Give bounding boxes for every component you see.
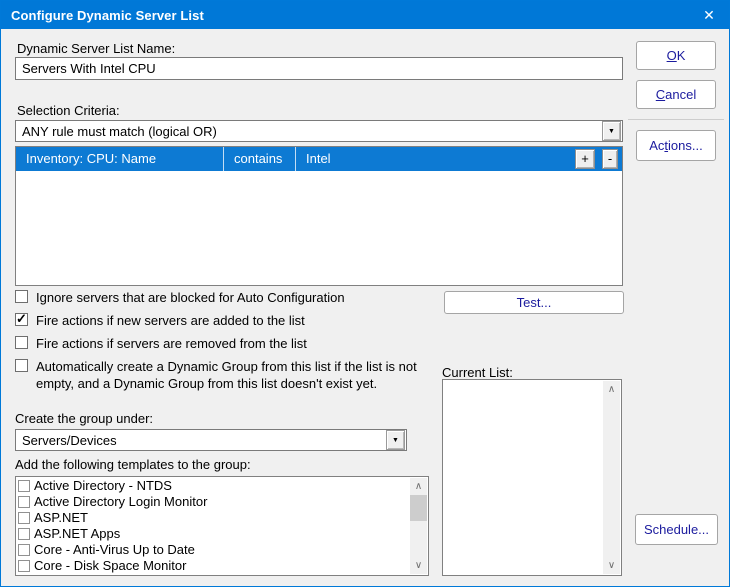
add-rule-button[interactable]: + — [575, 149, 595, 169]
option-checkboxes: Ignore servers that are blocked for Auto… — [15, 289, 443, 398]
selection-criteria-label: Selection Criteria: — [17, 103, 120, 118]
template-row[interactable]: Core - Anti-Virus Up to Date — [17, 542, 410, 558]
group-under-value: Servers/Devices — [16, 433, 386, 448]
template-row[interactable]: Active Directory - NTDS — [17, 478, 410, 494]
checkbox-label: Fire actions if servers are removed from… — [36, 335, 307, 352]
button-separator — [628, 119, 724, 120]
ok-button[interactable]: OK — [636, 41, 716, 70]
current-list-label: Current List: — [442, 365, 513, 380]
cancel-button[interactable]: Cancel — [636, 80, 716, 109]
template-row[interactable]: Core - Disk Space Monitor — [17, 558, 410, 574]
schedule-button[interactable]: Schedule... — [635, 514, 718, 545]
checkbox[interactable] — [15, 313, 28, 326]
checkbox[interactable] — [18, 528, 30, 540]
server-list-name-label: Dynamic Server List Name: — [17, 41, 175, 56]
template-row[interactable]: ASP.NET Apps — [17, 526, 410, 542]
current-list-scrollbar[interactable]: ∧ ∨ — [603, 381, 620, 574]
configure-dynamic-server-list-dialog: Configure Dynamic Server List ✕ Dynamic … — [0, 0, 730, 587]
templates-scrollbar[interactable]: ∧ ∨ — [410, 478, 427, 574]
rule-field: Inventory: CPU: Name — [16, 147, 223, 171]
checkbox[interactable] — [15, 290, 28, 303]
template-label: ASP.NET Apps — [34, 526, 120, 542]
title-bar: Configure Dynamic Server List ✕ — [1, 1, 729, 29]
rule-operator: contains — [224, 147, 295, 171]
checkbox[interactable] — [18, 496, 30, 508]
checkbox-row[interactable]: Fire actions if new servers are added to… — [15, 312, 443, 329]
group-under-label: Create the group under: — [15, 411, 153, 426]
rule-value: Intel — [296, 147, 575, 171]
templates-list-box[interactable]: Active Directory - NTDS Active Directory… — [15, 476, 429, 576]
checkbox[interactable] — [18, 512, 30, 524]
chevron-up-icon[interactable]: ∧ — [410, 478, 427, 495]
close-icon[interactable]: ✕ — [689, 1, 729, 29]
chevron-down-icon[interactable]: ▼ — [386, 430, 405, 450]
template-label: ASP.NET — [34, 510, 88, 526]
checkbox[interactable] — [18, 480, 30, 492]
checkbox[interactable] — [15, 336, 28, 349]
checkbox[interactable] — [15, 359, 28, 372]
templates-items: Active Directory - NTDS Active Directory… — [17, 478, 410, 574]
actions-button[interactable]: Actions... — [636, 130, 716, 161]
chevron-up-icon[interactable]: ∧ — [603, 381, 620, 398]
template-label: Active Directory Login Monitor — [34, 494, 207, 510]
scrollbar-thumb[interactable] — [410, 495, 427, 521]
template-row[interactable]: Active Directory Login Monitor — [17, 494, 410, 510]
checkbox[interactable] — [18, 544, 30, 556]
current-list-items — [444, 381, 603, 574]
checkbox-label: Fire actions if new servers are added to… — [36, 312, 305, 329]
current-list-box[interactable]: ∧ ∨ — [442, 379, 622, 576]
checkbox[interactable] — [18, 560, 30, 572]
checkbox-label: Ignore servers that are blocked for Auto… — [36, 289, 345, 306]
template-label: Core - Disk Space Monitor — [34, 558, 186, 574]
test-button[interactable]: Test... — [444, 291, 624, 314]
selection-criteria-value: ANY rule must match (logical OR) — [16, 124, 602, 139]
chevron-down-icon[interactable]: ∨ — [410, 557, 427, 574]
checkbox-row[interactable]: Ignore servers that are blocked for Auto… — [15, 289, 443, 306]
selection-criteria-combo[interactable]: ANY rule must match (logical OR) ▼ — [15, 120, 623, 142]
dialog-title: Configure Dynamic Server List — [1, 8, 204, 23]
rule-row-selected[interactable]: Inventory: CPU: Name contains Intel + - — [16, 147, 622, 171]
rules-list[interactable]: Inventory: CPU: Name contains Intel + - — [15, 146, 623, 286]
checkbox-row[interactable]: Fire actions if servers are removed from… — [15, 335, 443, 352]
template-row[interactable]: ASP.NET — [17, 510, 410, 526]
template-label: Active Directory - NTDS — [34, 478, 172, 494]
template-label: Core - Anti-Virus Up to Date — [34, 542, 195, 558]
checkbox-label: Automatically create a Dynamic Group fro… — [36, 358, 443, 392]
templates-label: Add the following templates to the group… — [15, 457, 251, 472]
server-list-name-input[interactable] — [15, 57, 623, 80]
remove-rule-button[interactable]: - — [602, 149, 618, 169]
group-under-combo[interactable]: Servers/Devices ▼ — [15, 429, 407, 451]
chevron-down-icon[interactable]: ∨ — [603, 557, 620, 574]
chevron-down-icon[interactable]: ▼ — [602, 121, 621, 141]
checkbox-row[interactable]: Automatically create a Dynamic Group fro… — [15, 358, 443, 392]
